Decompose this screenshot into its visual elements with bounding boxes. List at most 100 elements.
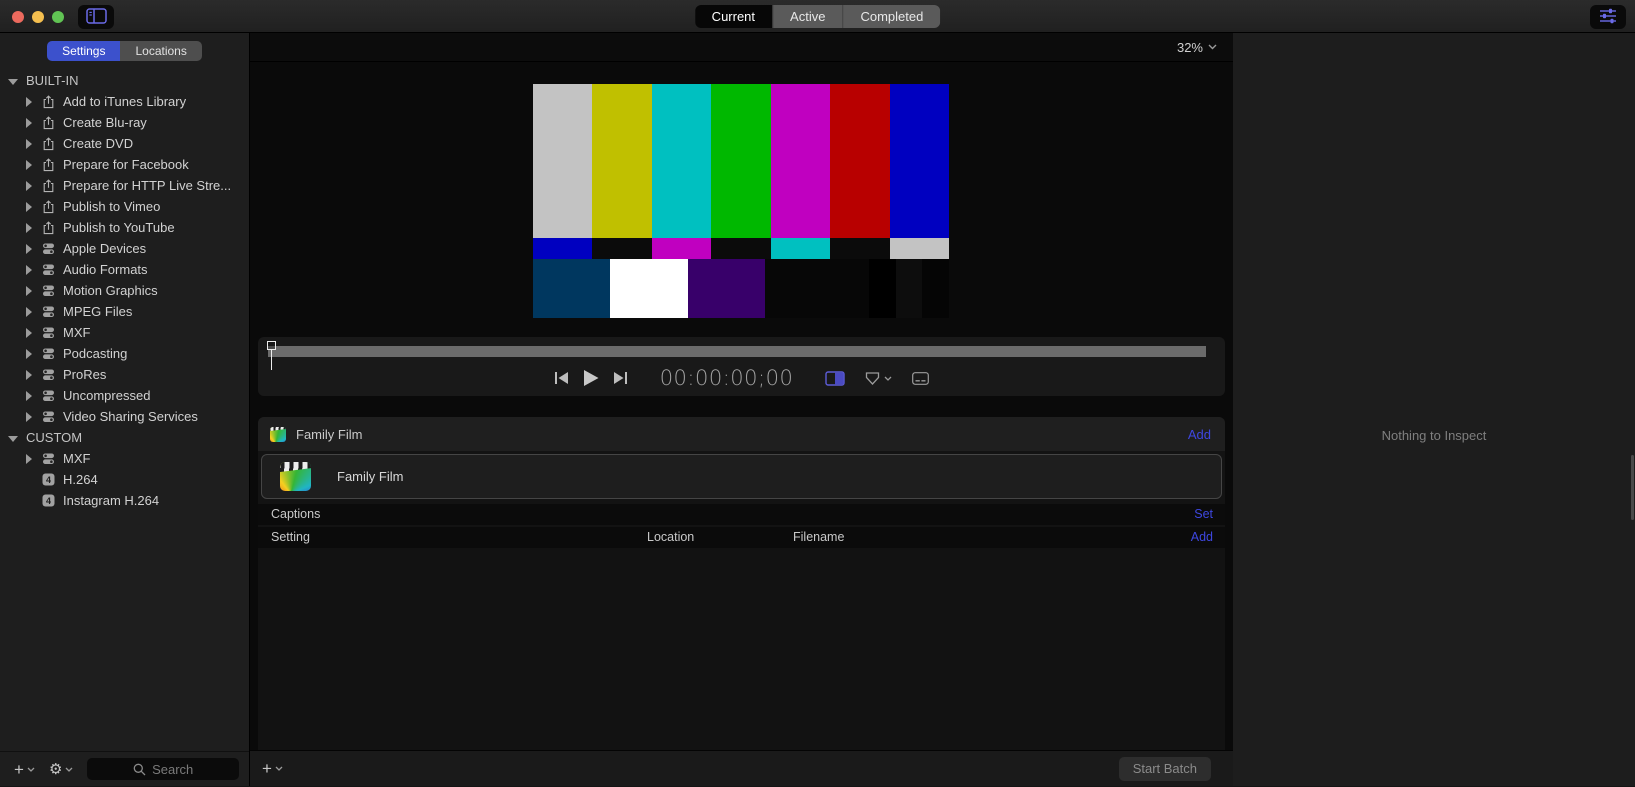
disclosure-triangle-icon[interactable] <box>24 97 34 107</box>
disclosure-triangle-icon[interactable] <box>24 412 34 422</box>
tree-item-video-sharing-services[interactable]: Video Sharing Services <box>0 406 249 427</box>
item-label: Publish to YouTube <box>63 220 175 235</box>
search-field[interactable]: Search <box>87 758 239 780</box>
tree-section-built-in[interactable]: BUILT-IN <box>0 70 249 91</box>
tree-item-instagram-h-264[interactable]: 4 Instagram H.264 <box>0 490 249 511</box>
tree-item-podcasting[interactable]: Podcasting <box>0 343 249 364</box>
disclosure-triangle-icon[interactable] <box>24 244 34 254</box>
disclosure-triangle-icon[interactable] <box>24 286 34 296</box>
play-button[interactable] <box>583 370 599 386</box>
tree-item-uncompressed[interactable]: Uncompressed <box>0 385 249 406</box>
batch-add-output-link[interactable]: Add <box>1188 427 1211 442</box>
disclosure-triangle-icon[interactable] <box>24 391 34 401</box>
tree-item-prepare-for-facebook[interactable]: Prepare for Facebook <box>0 154 249 175</box>
tree-item-audio-formats[interactable]: Audio Formats <box>0 259 249 280</box>
next-frame-icon <box>613 372 627 384</box>
start-batch-button[interactable]: Start Batch <box>1118 756 1211 781</box>
tree-item-publish-to-youtube[interactable]: Publish to YouTube <box>0 217 249 238</box>
disclosure-triangle-icon[interactable] <box>24 202 34 212</box>
disclosure-triangle-icon[interactable] <box>8 77 18 85</box>
batch-panel: Family Film Add Family Film Captions Set… <box>258 417 1225 750</box>
setting-group-icon <box>41 369 55 381</box>
zoom-level-value: 32% <box>1176 39 1203 55</box>
tree-item-add-to-itunes-library[interactable]: Add to iTunes Library <box>0 91 249 112</box>
play-icon <box>583 370 599 386</box>
transport-panel: 00:00:00;00 <box>258 337 1225 396</box>
compare-view-button[interactable] <box>825 370 846 386</box>
playhead[interactable] <box>267 341 276 370</box>
gear-icon: ⚙ <box>48 759 63 778</box>
toggle-sidebar-button[interactable] <box>78 5 114 29</box>
marker-badge-icon <box>866 371 880 385</box>
marker-menu-button[interactable] <box>865 371 892 385</box>
next-frame-button[interactable] <box>613 371 628 385</box>
setting-group-icon <box>41 390 55 402</box>
disclosure-triangle-icon[interactable] <box>8 434 18 442</box>
smpte-bar <box>765 259 870 318</box>
tree-item-publish-to-vimeo[interactable]: Publish to Vimeo <box>0 196 249 217</box>
disclosure-triangle-icon[interactable] <box>24 139 34 149</box>
minimize-window-button[interactable] <box>32 10 44 23</box>
inspector-sliders-icon <box>1599 8 1617 27</box>
disclosure-triangle-icon[interactable] <box>24 223 34 233</box>
disclosure-triangle-icon[interactable] <box>24 181 34 191</box>
chevron-down-icon <box>275 766 283 771</box>
output-add-link[interactable]: Add <box>1191 530 1213 544</box>
previous-frame-button[interactable] <box>554 371 569 385</box>
item-label: Create Blu-ray <box>63 115 147 130</box>
tree-item-h-264[interactable]: 4 H.264 <box>0 469 249 490</box>
preview-header: 32% <box>250 33 1233 62</box>
disclosure-triangle-icon[interactable] <box>24 265 34 275</box>
scrollbar-thumb[interactable] <box>1631 455 1634 520</box>
tree-item-mxf[interactable]: MXF <box>0 322 249 343</box>
smpte-bar <box>770 84 831 238</box>
tree-item-mpeg-files[interactable]: MPEG Files <box>0 301 249 322</box>
captions-display-button[interactable] <box>912 371 930 385</box>
add-setting-button[interactable]: + <box>14 761 35 778</box>
tree-item-mxf[interactable]: MXF <box>0 448 249 469</box>
tree-item-prores[interactable]: ProRes <box>0 364 249 385</box>
smpte-bar <box>533 238 593 259</box>
smpte-row <box>533 238 949 259</box>
search-placeholder: Search <box>152 761 194 777</box>
tree-section-custom[interactable]: CUSTOM <box>0 427 249 448</box>
segment-current[interactable]: Current <box>694 5 774 28</box>
settings-action-menu-button[interactable]: ⚙ <box>48 759 73 778</box>
item-label: H.264 <box>63 472 98 487</box>
close-window-button[interactable] <box>12 10 24 23</box>
disclosure-triangle-icon[interactable] <box>24 454 34 464</box>
disclosure-triangle-icon[interactable] <box>24 370 34 380</box>
disclosure-triangle-icon[interactable] <box>24 160 34 170</box>
item-label: Create DVD <box>63 136 134 151</box>
disclosure-triangle-icon[interactable] <box>24 118 34 128</box>
tab-settings[interactable]: Settings <box>47 41 121 61</box>
disclosure-triangle-icon[interactable] <box>24 349 34 359</box>
smpte-bar <box>895 259 923 318</box>
item-label: ProRes <box>63 367 107 382</box>
zoom-level-dropdown[interactable]: 32% <box>1177 40 1217 55</box>
tree-item-prepare-for-http-live-stre[interactable]: Prepare for HTTP Live Stre... <box>0 175 249 196</box>
tree-item-create-dvd[interactable]: Create DVD <box>0 133 249 154</box>
tree-item-motion-graphics[interactable]: Motion Graphics <box>0 280 249 301</box>
tree-item-create-blu-ray[interactable]: Create Blu-ray <box>0 112 249 133</box>
fullscreen-window-button[interactable] <box>52 10 64 23</box>
toggle-inspector-button[interactable] <box>1590 5 1626 29</box>
segment-completed[interactable]: Completed <box>843 5 941 28</box>
batch-header-row[interactable]: Family Film Add <box>258 417 1225 451</box>
smpte-bar <box>610 259 688 318</box>
item-label: Prepare for Facebook <box>63 157 189 172</box>
tree-item-apple-devices[interactable]: Apple Devices <box>0 238 249 259</box>
playback-controls: 00:00:00;00 <box>258 363 1225 393</box>
settings-tree: BUILT-IN Add to iTunes Library Create Blu-… <box>0 70 249 751</box>
captions-set-link[interactable]: Set <box>1194 507 1213 521</box>
segment-active[interactable]: Active <box>773 5 844 28</box>
tab-locations[interactable]: Locations <box>120 41 202 61</box>
disclosure-triangle-icon[interactable] <box>24 328 34 338</box>
inspector-panel: Nothing to Inspect <box>1233 33 1635 786</box>
add-job-button[interactable]: + <box>262 760 283 777</box>
job-card[interactable]: Family Film <box>261 454 1222 499</box>
settings-sidebar: Settings Locations BUILT-IN Add to iTunes… <box>0 33 250 786</box>
timeline-scrubber[interactable] <box>267 341 1206 370</box>
disclosure-triangle-icon[interactable] <box>24 307 34 317</box>
smpte-bar <box>592 84 652 238</box>
